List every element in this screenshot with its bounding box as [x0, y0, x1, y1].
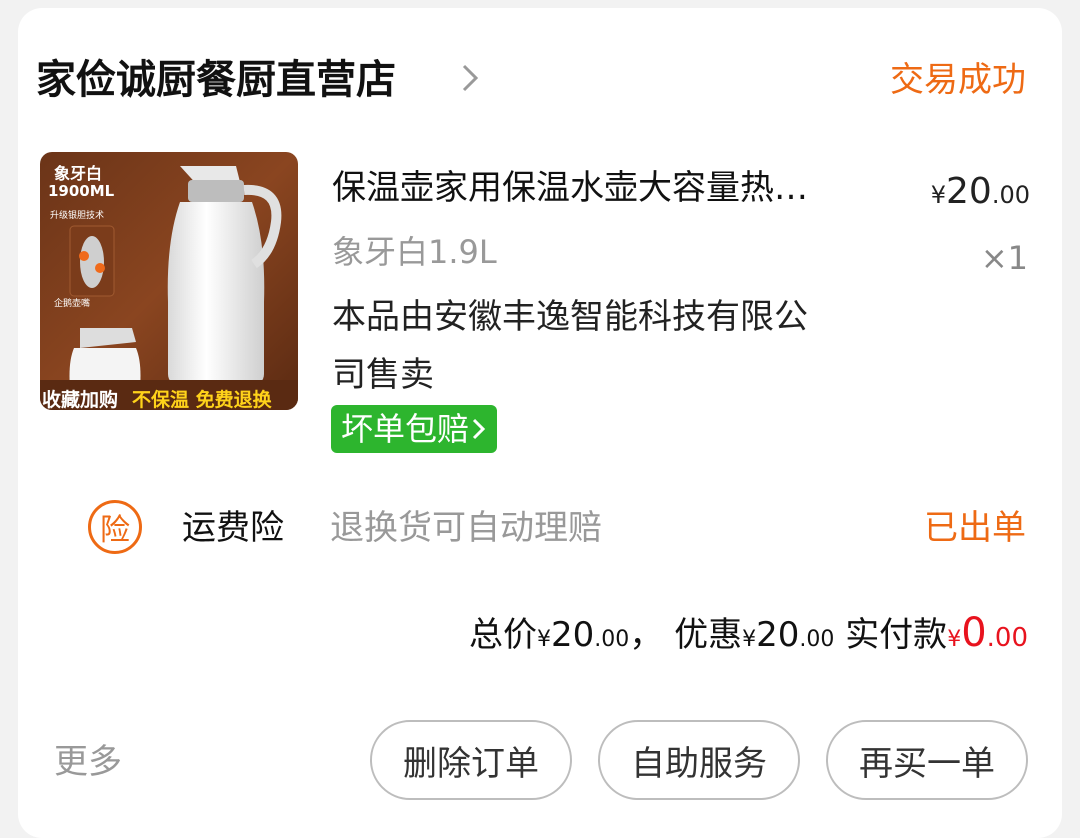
price-dec: .00 [991, 181, 1030, 209]
guarantee-badge-label: 坏单包赔 [341, 410, 470, 448]
paid-yen: ¥ [947, 627, 962, 652]
order-totals: 总价¥20.00， 优惠¥20.00 实付款¥0.00 [469, 606, 1028, 667]
total-int: 20 [551, 615, 595, 655]
insurance-icon: 险 [88, 500, 142, 554]
seller-note-line2: 司售卖 [332, 355, 434, 395]
image-label-liner: 企鹅壶嘴 [54, 299, 91, 309]
chevron-right-icon[interactable] [458, 58, 482, 98]
image-label-return: 不保温 免费退换 [132, 389, 272, 410]
totals-separator: ， [629, 615, 664, 655]
product-quantity: ×1 [980, 239, 1028, 277]
guarantee-badge[interactable]: 坏单包赔 [331, 405, 498, 453]
currency-symbol: ¥ [930, 181, 947, 209]
paid-dec: .00 [986, 623, 1028, 653]
discount-yen: ¥ [742, 627, 757, 652]
total-label: 总价 [469, 615, 538, 655]
delete-order-button[interactable]: 删除订单 [370, 720, 572, 800]
total-dec: .00 [594, 627, 630, 652]
chevron-right-icon [472, 418, 486, 440]
price-int: 20 [946, 171, 992, 212]
discount-dec: .00 [799, 627, 835, 652]
total-yen: ¥ [537, 627, 552, 652]
seller-note: 本品由安徽丰逸智能科技有限公 司售卖 [332, 288, 912, 404]
paid-int: 0 [961, 610, 987, 656]
discount-int: 20 [756, 615, 800, 655]
product-title[interactable]: 保温壶家用保温水壶大容量热… [332, 164, 892, 212]
order-card: 家俭诚厨餐厨直营店 交易成功 象牙白 1900ML 升级银胆技术 企鹅壶嘴 收藏… [18, 8, 1062, 838]
image-label-capacity: 1900ML [48, 182, 115, 200]
discount-label: 优惠 [674, 615, 743, 655]
insurance-name[interactable]: 运费险 [182, 504, 284, 552]
self-service-button[interactable]: 自助服务 [598, 720, 800, 800]
product-image[interactable]: 象牙白 1900ML 升级银胆技术 企鹅壶嘴 收藏加购 不保温 免费退换 [40, 152, 298, 410]
image-label-collect: 收藏加购 [42, 389, 119, 410]
shop-name[interactable]: 家俭诚厨餐厨直营店 [36, 54, 396, 106]
seller-note-line1: 本品由安徽丰逸智能科技有限公 [332, 297, 808, 337]
product-variant: 象牙白1.9L [332, 233, 497, 271]
product-price: ¥20.00 [931, 168, 1030, 219]
insurance-desc: 退换货可自动理赔 [330, 508, 602, 548]
more-link[interactable]: 更多 [54, 738, 122, 786]
order-status: 交易成功 [890, 60, 1026, 100]
rebuy-button[interactable]: 再买一单 [826, 720, 1028, 800]
paid-label: 实付款 [845, 615, 948, 655]
image-label-color: 象牙白 [54, 164, 103, 183]
image-label-tech: 升级银胆技术 [50, 211, 105, 221]
insurance-status: 已出单 [924, 508, 1026, 548]
